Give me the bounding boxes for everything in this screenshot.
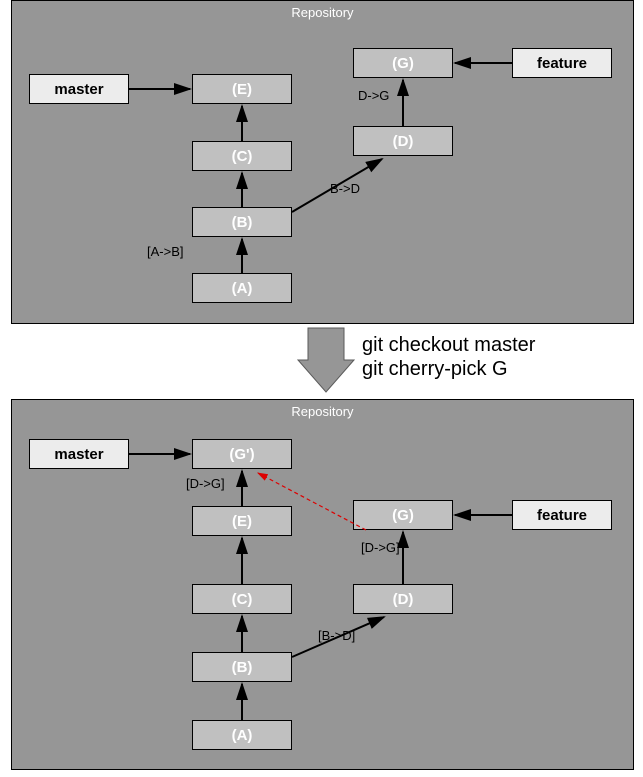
commit-B-top: (B) — [192, 207, 292, 237]
commit-B-bottom: (B) — [192, 652, 292, 682]
commit-E-bottom: (E) — [192, 506, 292, 536]
repo-title-top: Repository — [12, 1, 633, 20]
commit-G-bottom: (G) — [353, 500, 453, 530]
repository-bottom: Repository master feature (G') (E) (C) (… — [11, 399, 634, 770]
commit-C-top: (C) — [192, 141, 292, 171]
commit-D-top: (D) — [353, 126, 453, 156]
label-dg-right-bottom: [D->G] — [361, 540, 400, 555]
commit-Gp-bottom: (G') — [192, 439, 292, 469]
label-dg-left-bottom: [D->G] — [186, 476, 225, 491]
commit-C-bottom: (C) — [192, 584, 292, 614]
cmd-checkout: git checkout master — [362, 334, 535, 357]
repository-top: Repository master feature (E) (C) (B) (A… — [11, 0, 634, 324]
branch-feature-bottom: feature — [512, 500, 612, 530]
label-dg-top: D->G — [358, 88, 389, 103]
label-ab-top: [A->B] — [147, 244, 184, 259]
repo-title-bottom: Repository — [12, 400, 633, 419]
branch-master-bottom: master — [29, 439, 129, 469]
commit-A-top: (A) — [192, 273, 292, 303]
commit-D-bottom: (D) — [353, 584, 453, 614]
branch-master-top: master — [29, 74, 129, 104]
cmd-cherry-pick: git cherry-pick G — [362, 358, 508, 381]
branch-feature-top: feature — [512, 48, 612, 78]
transition-area: git checkout master git cherry-pick G — [0, 324, 643, 399]
big-arrow-icon — [296, 326, 356, 396]
label-bd-top: B->D — [330, 181, 360, 196]
commit-E-top: (E) — [192, 74, 292, 104]
label-bd-bottom: [B->D] — [318, 628, 355, 643]
commit-A-bottom: (A) — [192, 720, 292, 750]
commit-G-top: (G) — [353, 48, 453, 78]
